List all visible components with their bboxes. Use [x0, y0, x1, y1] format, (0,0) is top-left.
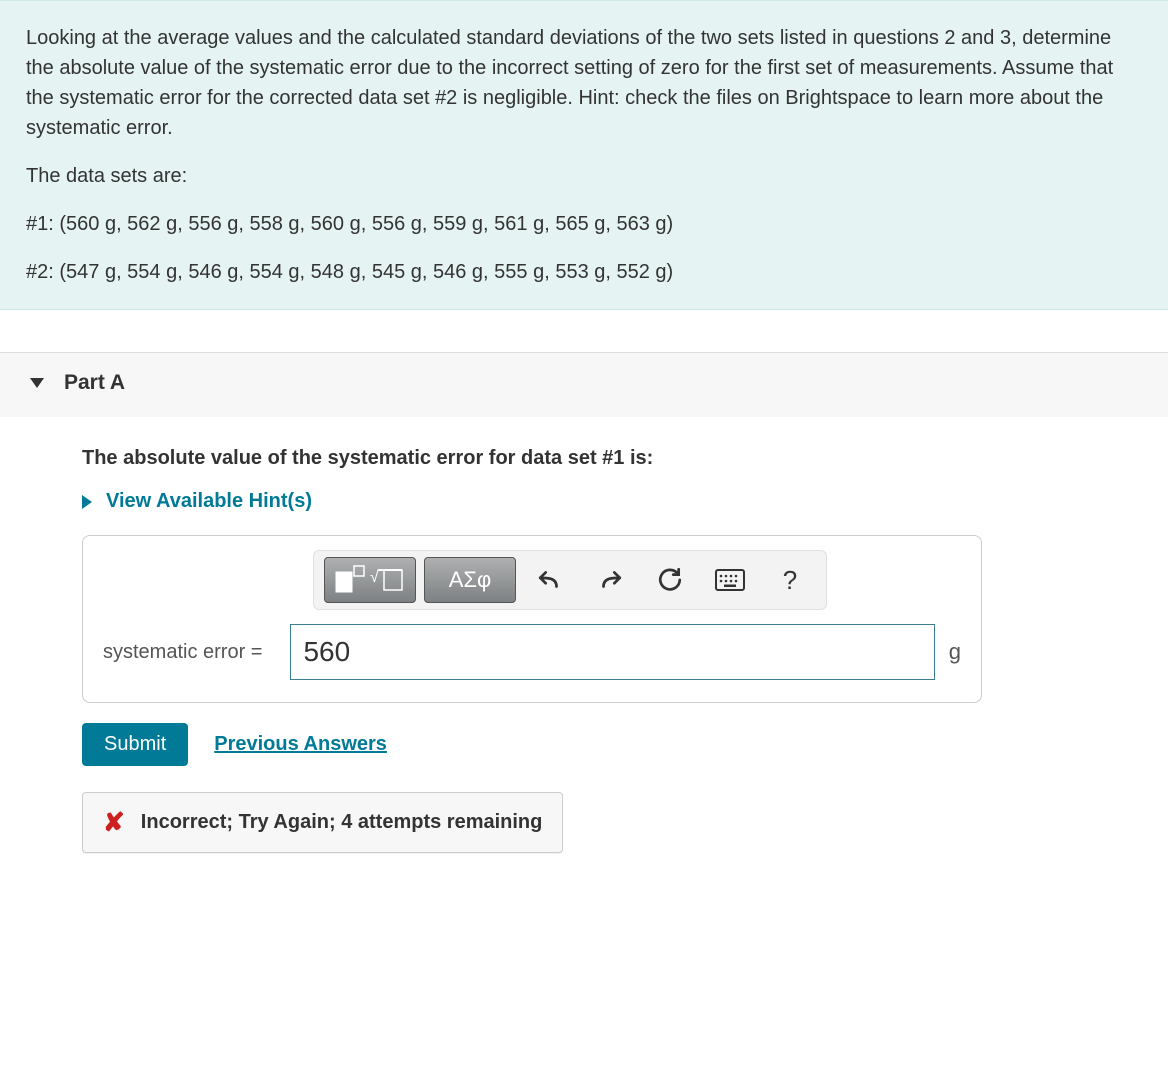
data-set-1: #1: (560 g, 562 g, 556 g, 558 g, 560 g, …: [26, 209, 1142, 239]
data-set-2: #2: (547 g, 554 g, 546 g, 554 g, 548 g, …: [26, 257, 1142, 287]
caret-down-icon: [30, 378, 44, 388]
keyboard-icon: [715, 569, 745, 591]
reset-icon: [657, 567, 683, 593]
equation-toolbar: √ ΑΣφ: [313, 550, 827, 610]
part-a-body: The absolute value of the systematic err…: [0, 417, 1168, 883]
redo-button[interactable]: [584, 557, 636, 603]
help-button[interactable]: ?: [764, 557, 816, 603]
data-sets-label: The data sets are:: [26, 161, 1142, 191]
answer-input-row: systematic error = g: [103, 624, 961, 680]
incorrect-icon: ✘: [103, 807, 125, 838]
math-template-button[interactable]: √: [324, 557, 416, 603]
svg-text:√: √: [370, 569, 379, 586]
part-a-prompt: The absolute value of the systematic err…: [82, 447, 1142, 470]
actions-row: Submit Previous Answers: [82, 723, 1142, 766]
part-a-title: Part A: [64, 371, 125, 395]
view-hints-label: View Available Hint(s): [106, 490, 312, 513]
undo-button[interactable]: [524, 557, 576, 603]
answer-panel: √ ΑΣφ: [82, 535, 982, 703]
previous-answers-link[interactable]: Previous Answers: [214, 733, 387, 756]
part-a-section: Part A The absolute value of the systema…: [0, 352, 1168, 883]
feedback-text: Incorrect; Try Again; 4 attempts remaini…: [141, 811, 543, 834]
caret-right-icon: [82, 495, 92, 509]
answer-label: systematic error =: [103, 641, 262, 664]
reset-button[interactable]: [644, 557, 696, 603]
undo-icon: [537, 567, 563, 593]
part-a-header[interactable]: Part A: [0, 353, 1168, 417]
help-icon: ?: [783, 565, 797, 596]
redo-icon: [597, 567, 623, 593]
greek-letters-button[interactable]: ΑΣφ: [424, 557, 516, 603]
question-header: Looking at the average values and the ca…: [0, 0, 1168, 310]
view-hints-toggle[interactable]: View Available Hint(s): [82, 490, 1142, 513]
answer-unit-label: g: [949, 639, 961, 665]
answer-input[interactable]: [290, 624, 934, 680]
question-intro: Looking at the average values and the ca…: [26, 23, 1142, 143]
submit-button[interactable]: Submit: [82, 723, 188, 766]
keyboard-button[interactable]: [704, 557, 756, 603]
math-template-icon: √: [334, 564, 406, 596]
greek-letters-label: ΑΣφ: [449, 567, 492, 593]
feedback-box: ✘ Incorrect; Try Again; 4 attempts remai…: [82, 792, 563, 853]
